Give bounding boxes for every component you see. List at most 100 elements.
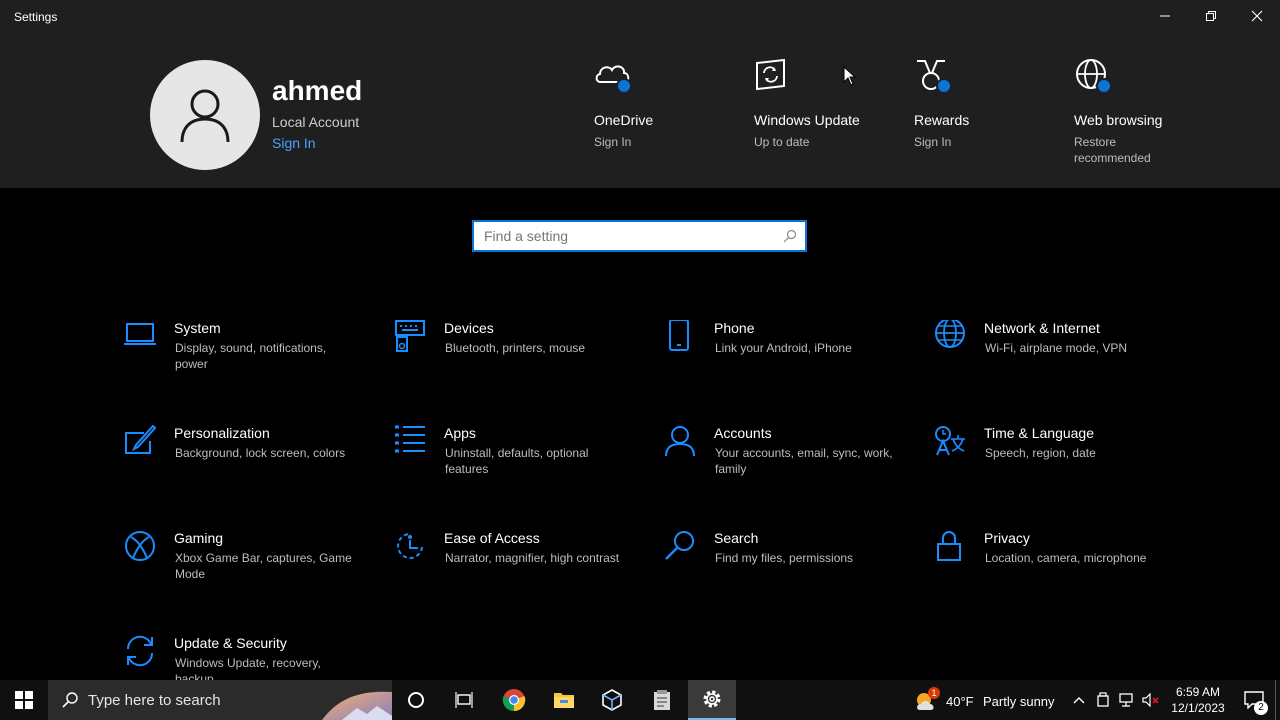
minimize-button[interactable] <box>1142 0 1188 32</box>
virtualbox-taskbar-button[interactable] <box>588 680 636 720</box>
tile-label: Time & Language <box>984 425 1094 441</box>
tile-search[interactable]: Search Find my files, permissions <box>664 530 904 610</box>
taskbar-search-text: Type here to search <box>88 691 221 709</box>
close-icon <box>1251 10 1263 22</box>
user-icon <box>180 89 230 143</box>
tile-label: Privacy <box>984 530 1030 546</box>
taskbar: Type here to search 1 40°F Partly sunny <box>0 680 1280 720</box>
magnifier-icon <box>665 531 694 560</box>
close-button[interactable] <box>1234 0 1280 32</box>
search-icon[interactable] <box>783 229 797 243</box>
phone-icon <box>669 320 689 351</box>
keyboard-speaker-icon <box>395 320 425 352</box>
header-item-sub: Up to date <box>754 135 810 149</box>
minimize-icon <box>1160 15 1170 17</box>
header-item-label: OneDrive <box>594 112 654 128</box>
tile-personalization[interactable]: Personalization Background, lock screen,… <box>124 425 364 505</box>
tray-device-button[interactable] <box>1092 680 1114 720</box>
paintbrush-icon <box>125 425 156 454</box>
cortana-circle-icon <box>408 692 424 708</box>
weather-desc: Partly sunny <box>983 694 1055 709</box>
header-item-label: Windows Update <box>754 112 860 128</box>
taskbar-search-box[interactable]: Type here to search <box>48 680 392 720</box>
restore-icon <box>1206 11 1216 21</box>
tile-description: Narrator, magnifier, high contrast <box>445 551 620 565</box>
account-header: ahmed Local Account Sign In OneDrive Sig… <box>0 32 1280 188</box>
show-hidden-icons-button[interactable] <box>1068 680 1090 720</box>
search-input[interactable] <box>484 223 774 249</box>
search-icon <box>62 692 78 708</box>
header-item-windows-update[interactable]: Windows Update Up to date <box>754 58 914 178</box>
tile-update-security[interactable]: Update & Security Windows Update, recove… <box>124 635 364 680</box>
show-desktop-button[interactable] <box>1275 680 1280 720</box>
settings-window: Settings ahmed Local Account Sign In One… <box>0 0 1280 680</box>
folder-icon <box>554 693 574 708</box>
tile-label: Apps <box>444 425 476 441</box>
document-app-icon <box>654 690 670 710</box>
volume-tray-button[interactable] <box>1140 680 1162 720</box>
window-title: Settings <box>14 10 58 24</box>
cube-icon <box>602 689 622 711</box>
network-icon <box>1119 693 1133 707</box>
tile-phone[interactable]: Phone Link your Android, iPhone <box>664 320 904 400</box>
tile-description: Your accounts, email, sync, work, family <box>715 446 893 476</box>
tile-label: Network & Internet <box>984 320 1100 336</box>
weather-widget[interactable]: 1 40°F Partly sunny <box>910 680 1058 720</box>
header-item-onedrive[interactable]: OneDrive Sign In <box>594 58 754 178</box>
clock-time: 6:59 AM <box>1175 685 1221 699</box>
tile-time-language[interactable]: Time & Language Speech, region, date <box>934 425 1174 505</box>
settings-taskbar-button[interactable] <box>688 680 736 720</box>
tile-label: Ease of Access <box>444 530 540 546</box>
tile-description: Find my files, permissions <box>715 551 854 565</box>
action-center-button[interactable]: 2 <box>1234 680 1274 720</box>
mouse-cursor-icon <box>843 66 857 86</box>
search-highlight-image <box>322 691 392 720</box>
start-button[interactable] <box>0 680 48 720</box>
header-item-label: Web browsing <box>1074 112 1163 128</box>
tile-label: Gaming <box>174 530 224 546</box>
tile-description: Bluetooth, printers, mouse <box>445 341 586 355</box>
weather-alert-badge: 1 <box>928 687 940 699</box>
header-item-sub: Sign In <box>914 135 952 149</box>
weather-temp: 40°F <box>946 694 974 709</box>
windows-update-icon <box>756 58 785 91</box>
username: ahmed <box>272 75 363 106</box>
tile-system[interactable]: System Display, sound, notifications, po… <box>124 320 364 400</box>
tile-description: Display, sound, notifications, power <box>175 341 327 371</box>
tile-ease-of-access[interactable]: Ease of Access Narrator, magnifier, high… <box>394 530 634 610</box>
notification-count-badge: 2 <box>1254 701 1268 715</box>
volume-muted-icon <box>1142 693 1159 707</box>
tile-label: Accounts <box>714 425 772 441</box>
chrome-icon <box>502 689 526 712</box>
cortana-button[interactable] <box>392 680 440 720</box>
header-item-label: Rewards <box>914 112 970 128</box>
tile-description: Windows Update, recovery, backup <box>175 656 321 680</box>
xbox-icon <box>125 531 155 561</box>
tile-label: Update & Security <box>174 635 287 651</box>
network-tray-button[interactable] <box>1116 680 1138 720</box>
task-view-button[interactable] <box>440 680 488 720</box>
tile-apps[interactable]: Apps Uninstall, defaults, optional featu… <box>394 425 634 505</box>
find-setting-search[interactable] <box>472 220 807 252</box>
windows-logo-icon <box>15 691 33 709</box>
tile-label: Devices <box>444 320 494 336</box>
gear-icon <box>703 690 721 708</box>
time-language-icon <box>935 426 965 456</box>
chrome-taskbar-button[interactable] <box>490 680 538 720</box>
restore-button[interactable] <box>1188 0 1234 32</box>
avatar[interactable] <box>150 60 260 170</box>
tile-accounts[interactable]: Accounts Your accounts, email, sync, wor… <box>664 425 904 505</box>
app-taskbar-button[interactable] <box>638 680 686 720</box>
tile-devices[interactable]: Devices Bluetooth, printers, mouse <box>394 320 634 400</box>
tile-description: Wi-Fi, airplane mode, VPN <box>985 341 1128 355</box>
tile-privacy[interactable]: Privacy Location, camera, microphone <box>934 530 1174 610</box>
clock[interactable]: 6:59 AM 12/1/2023 <box>1164 680 1232 720</box>
tile-network-internet[interactable]: Network & Internet Wi-Fi, airplane mode,… <box>934 320 1174 400</box>
chevron-up-icon <box>1073 697 1085 704</box>
header-item-rewards[interactable]: Rewards Sign In <box>914 58 1074 178</box>
file-explorer-taskbar-button[interactable] <box>540 680 588 720</box>
tile-gaming[interactable]: Gaming Xbox Game Bar, captures, Game Mod… <box>124 530 364 610</box>
header-item-web-browsing[interactable]: Web browsing Restore recommended <box>1074 58 1234 178</box>
task-view-icon <box>455 692 473 708</box>
sign-in-link[interactable]: Sign In <box>272 135 316 151</box>
